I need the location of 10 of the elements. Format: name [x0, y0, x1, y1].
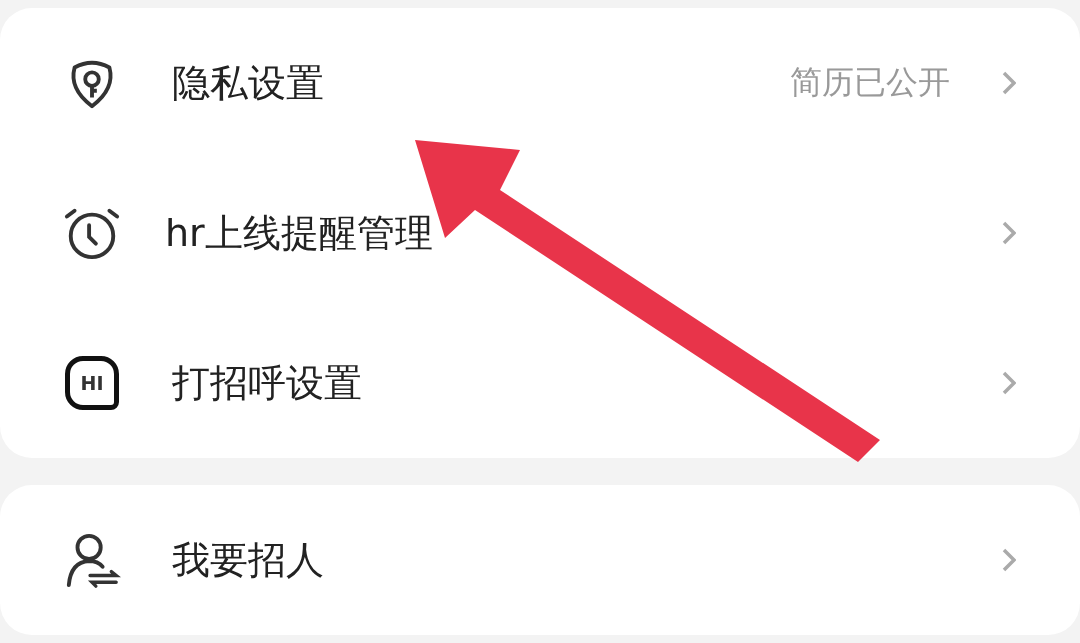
row-label: 隐私设置 — [172, 59, 324, 107]
chat-bubble-icon: HI — [65, 356, 119, 410]
row-label: 我要招人 — [172, 536, 324, 584]
row-label: 打招呼设置 — [172, 359, 362, 407]
row-value: 简历已公开 — [790, 62, 950, 103]
row-label: hr上线提醒管理 — [165, 209, 433, 257]
chevron-icon — [1002, 371, 1016, 395]
chevron-icon — [1002, 71, 1016, 95]
chevron-icon — [1002, 221, 1016, 245]
chevron-icon — [1002, 548, 1016, 572]
